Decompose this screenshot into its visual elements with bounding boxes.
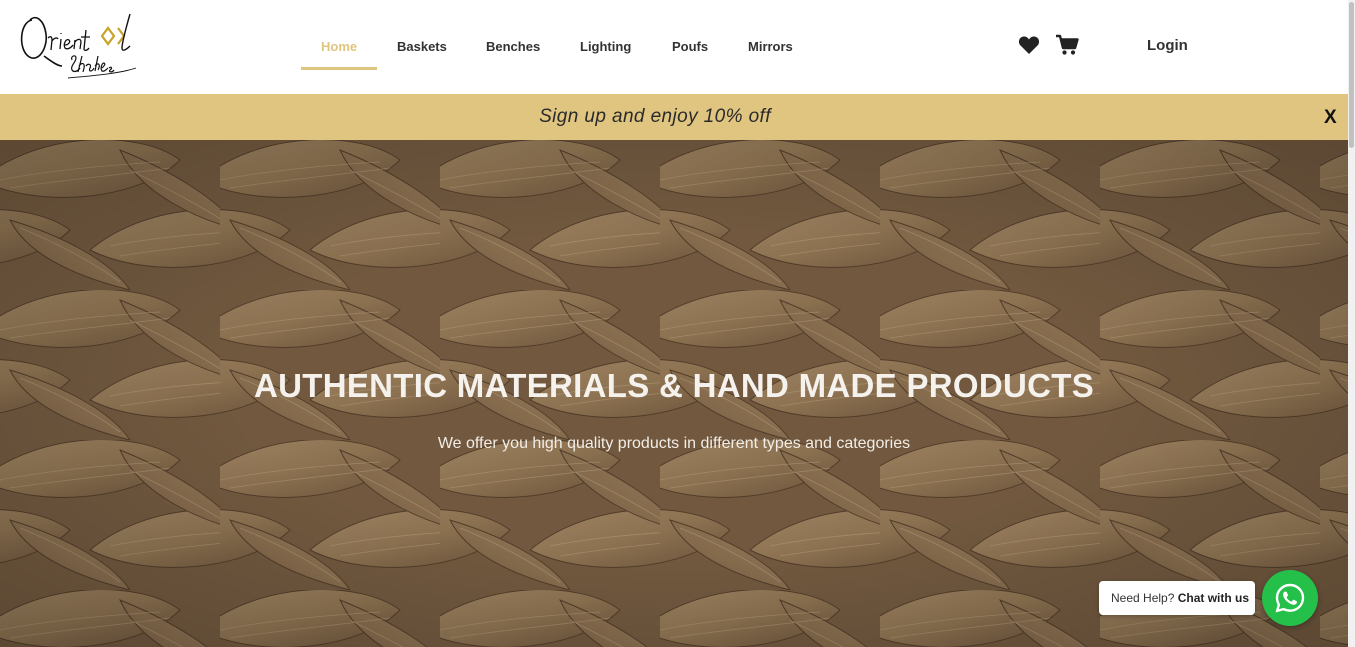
whatsapp-button[interactable] (1262, 570, 1318, 626)
chat-prefix: Need Help? (1111, 591, 1175, 605)
chat-link[interactable]: Chat with us (1178, 591, 1249, 605)
nav-item-label: Mirrors (748, 39, 793, 54)
hero-subtitle: We offer you high quality products in di… (437, 435, 911, 452)
main-nav: Home Baskets Benches Lighting Poufs Mirr… (301, 0, 808, 94)
nav-item-poufs[interactable]: Poufs (672, 0, 748, 94)
promo-banner: Sign up and enjoy 10% off X (0, 94, 1348, 140)
page-scrollbar[interactable] (1348, 0, 1355, 647)
login-link[interactable]: Login (1147, 37, 1188, 54)
nav-item-home[interactable]: Home (301, 0, 397, 94)
nav-item-label: Lighting (580, 39, 632, 54)
oriental-shades-logo (20, 13, 137, 79)
heart-icon[interactable] (1018, 35, 1040, 55)
hero-section: AUTHENTIC MATERIALS & HAND MADE PRODUCTS… (0, 140, 1348, 647)
nav-item-mirrors[interactable]: Mirrors (748, 0, 808, 94)
nav-item-baskets[interactable]: Baskets (397, 0, 486, 94)
logo[interactable] (18, 8, 144, 84)
nav-item-lighting[interactable]: Lighting (580, 0, 672, 94)
active-underline (301, 67, 377, 70)
site-header: Home Baskets Benches Lighting Poufs Mirr… (0, 0, 1348, 94)
nav-item-label: Benches (486, 39, 541, 54)
whatsapp-icon (1275, 583, 1305, 613)
promo-close-button[interactable]: X (1324, 107, 1337, 129)
promo-text: Sign up and enjoy 10% off (539, 106, 771, 127)
nav-item-label: Home (321, 39, 358, 54)
nav-item-benches[interactable]: Benches (486, 0, 580, 94)
cart-icon[interactable] (1055, 34, 1079, 56)
nav-item-label: Poufs (672, 39, 709, 54)
nav-item-label: Baskets (397, 39, 447, 54)
hero-title: AUTHENTIC MATERIALS & HAND MADE PRODUCTS (253, 367, 1095, 404)
chat-help-bubble[interactable]: Need Help? Chat with us (1099, 581, 1255, 615)
scrollbar-thumb[interactable] (1349, 2, 1354, 148)
